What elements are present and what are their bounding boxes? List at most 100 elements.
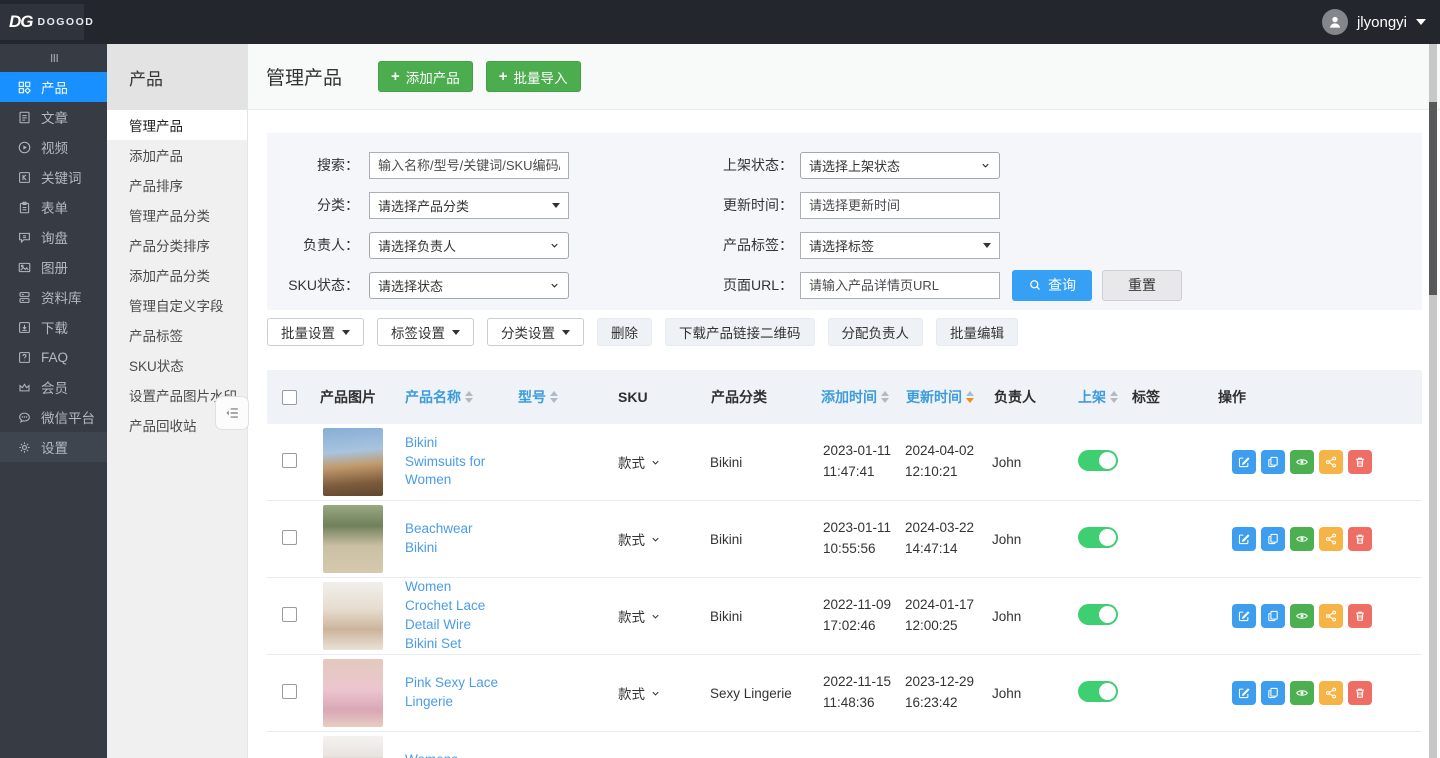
preview-button[interactable] [1290,527,1314,551]
submenu-item[interactable]: SKU状态 [107,350,247,380]
collapse-panel-button[interactable] [215,396,249,430]
dogood-logo[interactable]: DG DOGOOD [0,4,84,40]
copy-button[interactable] [1261,450,1285,474]
preview-button[interactable] [1290,450,1314,474]
sidebar-item[interactable]: 表单 [0,192,107,222]
query-button[interactable]: 查询 [1012,270,1092,301]
add-product-button[interactable]: + 添加产品 [378,61,473,92]
share-button[interactable] [1319,527,1343,551]
online-toggle[interactable] [1078,681,1118,702]
product-name-link[interactable]: Women Crochet Lace Detail Wire Bikini Se… [405,578,500,654]
sidebar-item[interactable]: 视频 [0,132,107,162]
column-header[interactable]: 标签 [1118,387,1218,407]
bulk-action-button[interactable]: 下载产品链接二维码 [665,318,815,346]
online-toggle[interactable] [1078,604,1118,625]
edit-button[interactable] [1232,527,1256,551]
bulk-action-button[interactable]: 标签设置 [377,318,474,346]
column-header[interactable]: 型号 [510,387,610,407]
product-image[interactable] [323,582,383,650]
sidebar-item[interactable]: 图册 [0,252,107,282]
bulk-action-button[interactable]: 批量编辑 [936,318,1018,346]
product-image[interactable] [323,505,383,573]
online-toggle[interactable] [1078,450,1118,471]
submenu-item[interactable]: 管理产品分类 [107,200,247,230]
column-header[interactable]: 产品图片 [315,387,400,407]
delete-button[interactable] [1348,681,1372,705]
select-all-checkbox[interactable] [282,390,297,405]
scrollbar-thumb[interactable] [1429,102,1437,295]
row-checkbox[interactable] [282,453,297,468]
page-url-input[interactable] [800,272,1000,299]
sku-style-dropdown[interactable]: 款式 [618,452,661,472]
copy-button[interactable] [1261,527,1285,551]
product-name-link[interactable]: Womens Orchid [405,751,500,758]
column-header[interactable]: 添加时间 [814,387,898,407]
sidebar-item[interactable]: 询盘 [0,222,107,252]
online-toggle[interactable] [1078,527,1118,548]
sku-style-dropdown[interactable]: 款式 [618,606,661,626]
sidebar-item[interactable]: 设置 [0,432,107,462]
sidebar-item[interactable]: 资料库 [0,282,107,312]
vertical-scrollbar[interactable] [1429,44,1437,758]
sidebar-item[interactable]: 会员 [0,372,107,402]
product-name-link[interactable]: Beachwear Bikini [405,520,500,558]
column-header[interactable]: 产品分类 [702,387,814,407]
edit-button[interactable] [1232,681,1256,705]
share-button[interactable] [1319,681,1343,705]
submenu-item[interactable]: 产品分类排序 [107,230,247,260]
sidebar-item[interactable]: 下载 [0,312,107,342]
bulk-action-button[interactable]: 分配负责人 [828,318,924,346]
edit-button[interactable] [1232,450,1256,474]
copy-button[interactable] [1261,604,1285,628]
product-name-link[interactable]: Pink Sexy Lace Lingerie [405,674,500,712]
owner-select[interactable]: 请选择负责人 [369,232,569,259]
search-input[interactable] [369,152,569,179]
sku-style-dropdown[interactable]: 款式 [618,683,661,703]
row-checkbox[interactable] [282,530,297,545]
product-image[interactable] [323,428,383,496]
listing-status-select[interactable]: 请选择上架状态 [800,152,1000,179]
submenu-item[interactable]: 管理产品 [107,110,247,140]
submenu-item[interactable]: 产品标签 [107,320,247,350]
delete-button[interactable] [1348,527,1372,551]
sku-style-dropdown[interactable]: 款式 [618,529,661,549]
share-button[interactable] [1319,604,1343,628]
row-checkbox[interactable] [282,607,297,622]
sku-status-select[interactable]: 请选择状态 [369,272,569,299]
submenu-item[interactable]: 管理自定义字段 [107,290,247,320]
column-header[interactable]: 产品名称 [400,387,510,407]
column-header[interactable]: SKU [610,389,702,405]
delete-button[interactable] [1348,450,1372,474]
submenu-item[interactable]: 产品排序 [107,170,247,200]
category-select[interactable]: 请选择产品分类 [369,192,569,219]
bulk-action-button[interactable]: 删除 [597,318,652,346]
delete-button[interactable] [1348,604,1372,628]
row-checkbox[interactable] [282,684,297,699]
sidebar-item[interactable]: 文章 [0,102,107,132]
sidebar-item[interactable]: FAQ [0,342,107,372]
product-image[interactable] [323,659,383,727]
update-time-input[interactable] [800,192,1000,219]
sidebar-item[interactable]: 产品 [0,72,107,102]
product-tag-select[interactable]: 请选择标签 [800,232,1000,259]
share-button[interactable] [1319,450,1343,474]
submenu-item[interactable]: 添加产品 [107,140,247,170]
copy-button[interactable] [1261,681,1285,705]
sidebar-item[interactable]: 微信平台 [0,402,107,432]
reset-button[interactable]: 重置 [1102,270,1182,301]
edit-button[interactable] [1232,604,1256,628]
collapse-menu-icon[interactable] [0,44,107,72]
sidebar-item[interactable]: 关键词 [0,162,107,192]
submenu-item[interactable]: 添加产品分类 [107,260,247,290]
product-name-link[interactable]: Bikini Swimsuits for Women [405,434,500,491]
column-header[interactable]: 负责人 [984,387,1068,407]
column-header[interactable]: 更新时间 [898,387,984,407]
preview-button[interactable] [1290,604,1314,628]
column-header[interactable]: 操作 [1218,387,1422,407]
bulk-action-button[interactable]: 分类设置 [487,318,584,346]
preview-button[interactable] [1290,681,1314,705]
user-menu[interactable]: jlyongyi [1322,0,1426,44]
bulk-action-button[interactable]: 批量设置 [267,318,364,346]
product-image[interactable] [323,736,383,758]
bulk-import-button[interactable]: + 批量导入 [486,61,581,92]
